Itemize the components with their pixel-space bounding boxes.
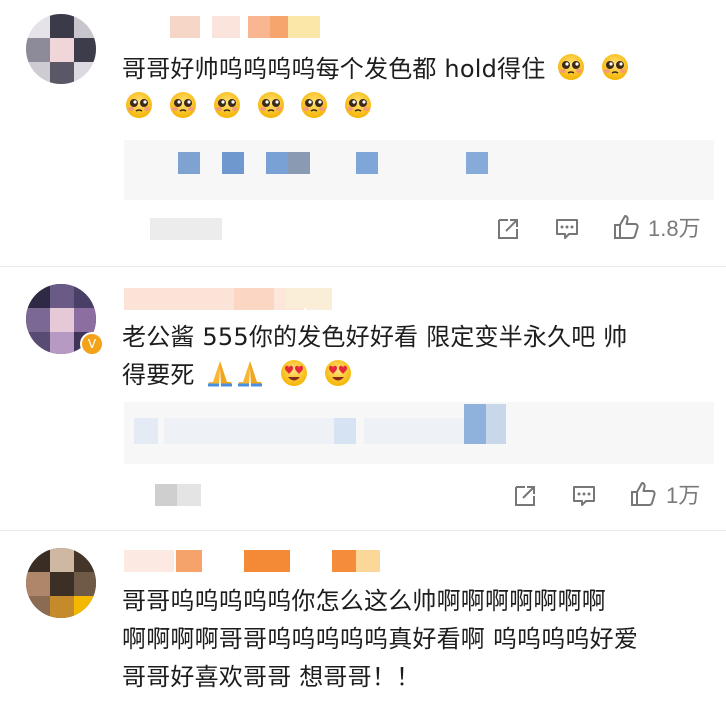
comment-text: 哥哥呜呜呜呜呜你怎么这么帅啊啊啊啊啊啊啊 啊啊啊啊哥哥呜呜呜呜呜真好看啊 呜呜呜… xyxy=(122,582,702,696)
avatar[interactable] xyxy=(26,14,96,84)
comment-text-line: 啊啊啊啊哥哥呜呜呜呜呜真好看啊 呜呜呜呜好爱 xyxy=(122,625,639,653)
comment-text: 老公酱 555你的发色好好看 限定变半永久吧 帅 得要死 xyxy=(122,318,702,394)
comment-text-line: 哥哥好喜欢哥哥 想哥哥！！ xyxy=(122,663,421,691)
comment-icon[interactable] xyxy=(570,482,598,510)
like-icon[interactable] xyxy=(612,213,640,241)
timestamp-obscured xyxy=(155,484,205,506)
pleading-face-icon xyxy=(345,92,372,118)
comment-icon[interactable] xyxy=(553,215,581,243)
heart-eyes-icon xyxy=(281,360,308,386)
username-obscured[interactable] xyxy=(124,550,384,572)
divider xyxy=(0,266,726,267)
share-icon[interactable] xyxy=(511,482,539,510)
praying-hands-icon xyxy=(208,361,233,387)
comment-text-line: 哥哥呜呜呜呜呜你怎么这么帅啊啊啊啊啊啊啊 xyxy=(122,587,606,615)
praying-hands-icon xyxy=(238,361,263,387)
heart-eyes-icon xyxy=(325,360,352,386)
reply-preview-obscured[interactable] xyxy=(124,402,714,464)
pleading-face-icon xyxy=(301,92,328,118)
pleading-face-icon xyxy=(126,92,152,118)
share-icon[interactable] xyxy=(494,215,522,243)
comment-text-line: 得要死 xyxy=(122,361,195,389)
pleading-face-icon xyxy=(169,92,196,118)
fan-badge xyxy=(286,288,332,308)
comment-text-line: 老公酱 555你的发色好好看 限定变半永久吧 帅 xyxy=(122,323,628,351)
badge-obscured xyxy=(288,16,328,38)
pleading-face-icon xyxy=(213,92,240,118)
pleading-face-icon xyxy=(558,54,585,80)
pleading-face-icon xyxy=(257,92,284,118)
like-count: 1.8万 xyxy=(648,216,701,241)
divider xyxy=(0,530,726,531)
avatar[interactable] xyxy=(26,548,96,618)
reply-preview-obscured[interactable] xyxy=(124,140,714,200)
like-icon[interactable] xyxy=(629,480,657,508)
like-count: 1万 xyxy=(666,483,701,508)
comment-text-line: 哥哥好帅呜呜呜呜每个发色都 hold得住 xyxy=(122,55,546,83)
comment-text: 哥哥好帅呜呜呜呜每个发色都 hold得住 xyxy=(122,50,702,126)
verified-badge-icon: V xyxy=(80,332,104,356)
pleading-face-icon xyxy=(602,54,629,80)
timestamp-obscured xyxy=(150,218,230,240)
